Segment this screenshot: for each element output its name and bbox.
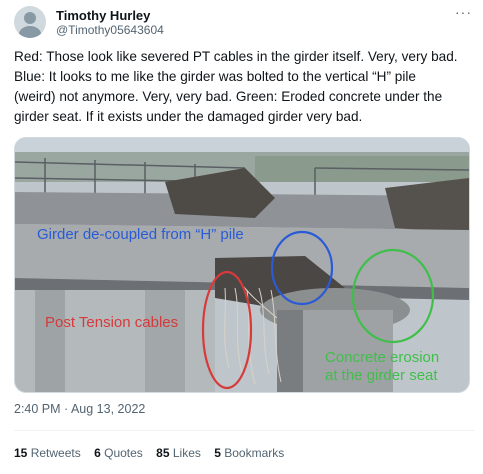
author-handle[interactable]: @Timothy05643604 <box>56 23 164 37</box>
tweet-text: Red: Those look like severed PT cables i… <box>14 47 476 127</box>
likes-stat[interactable]: 85 Likes <box>156 446 201 460</box>
avatar[interactable] <box>14 6 46 38</box>
tweet-text-line: (weird) not anymore. Very, very bad. Gre… <box>14 89 443 104</box>
bookmarks-stat[interactable]: 5 Bookmarks <box>214 446 284 460</box>
more-options-icon[interactable]: ··· <box>455 4 472 20</box>
tweet-text-line: Red: Those look like severed PT cables i… <box>14 49 458 64</box>
author-name[interactable]: Timothy Hurley <box>56 8 150 23</box>
retweets-stat[interactable]: 15 Retweets <box>14 446 81 460</box>
stat-label: Likes <box>172 446 201 460</box>
stat-count: 15 <box>14 446 28 460</box>
tweet-timestamp[interactable]: 2:40 PM · Aug 13, 2022 <box>14 402 145 416</box>
stat-label: Retweets <box>30 446 81 460</box>
annotation-green: Concrete erosion <box>325 349 440 366</box>
stat-count: 85 <box>156 446 170 460</box>
quotes-stat[interactable]: 6 Quotes <box>94 446 143 460</box>
tweet-photo[interactable]: Girder de-coupled from “H” pile Post Ten… <box>14 137 470 393</box>
tweet-text-line: Blue: It looks to me like the girder was… <box>14 69 416 84</box>
avatar-body-shape <box>19 26 41 38</box>
tweet-text-line: girder seat. If it exists under the dama… <box>14 109 363 124</box>
avatar-head-shape <box>24 12 36 24</box>
stat-count: 5 <box>214 446 221 460</box>
stat-label: Quotes <box>104 446 143 460</box>
tweet-header: Timothy Hurley @Timothy05643604 ··· <box>14 4 474 38</box>
engagement-stats: 15 Retweets 6 Quotes 85 Likes 5 Bookmark… <box>14 446 294 460</box>
annotation-blue: Girder de-coupled from “H” pile <box>37 226 244 243</box>
annotation-red: Post Tension cables <box>45 314 179 331</box>
stat-label: Bookmarks <box>224 446 285 460</box>
stat-count: 6 <box>94 446 101 460</box>
divider <box>14 430 475 431</box>
annotation-green: at the girder seat <box>325 367 438 384</box>
